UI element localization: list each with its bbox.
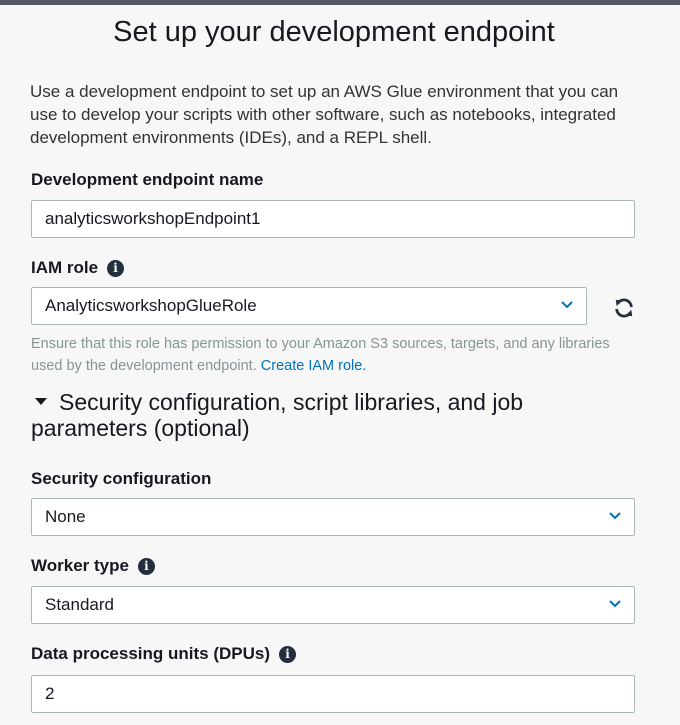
info-icon[interactable]: i: [107, 259, 125, 277]
chevron-down-icon: [561, 301, 573, 309]
chevron-down-icon: [609, 600, 621, 608]
iam-role-label-text: IAM role: [31, 258, 99, 277]
endpoint-name-input[interactable]: analyticsworkshopEndpoint1: [31, 200, 635, 238]
dpu-label-text: Data processing units (DPUs): [31, 644, 270, 663]
worker-type-select[interactable]: Standard: [31, 586, 635, 624]
refresh-icon[interactable]: [613, 297, 635, 319]
page-intro: Use a development endpoint to set up an …: [30, 82, 619, 147]
iam-role-value: AnalyticsworkshopGlueRole: [45, 296, 257, 315]
security-config-label: Security configuration: [31, 469, 211, 489]
worker-type-label-text: Worker type: [31, 556, 129, 575]
iam-role-select[interactable]: AnalyticsworkshopGlueRole: [31, 287, 587, 325]
security-config-label-text: Security configuration: [31, 469, 212, 488]
worker-type-label: Worker type i: [31, 556, 155, 576]
chevron-down-icon: [609, 512, 621, 520]
top-bar: [0, 0, 680, 5]
dpu-input[interactable]: 2: [31, 675, 635, 713]
iam-role-hint: Ensure that this role has permission to …: [31, 333, 636, 377]
iam-role-label: IAM role i: [31, 258, 125, 278]
endpoint-name-label: Development endpoint name: [31, 170, 263, 190]
endpoint-name-label-text: Development endpoint name: [31, 170, 264, 189]
caret-down-icon: [35, 398, 47, 406]
dpu-label: Data processing units (DPUs) i: [31, 644, 296, 664]
endpoint-name-value: analyticsworkshopEndpoint1: [45, 209, 261, 228]
worker-type-value: Standard: [45, 595, 114, 614]
security-config-select[interactable]: None: [31, 498, 635, 536]
info-icon[interactable]: i: [137, 557, 155, 575]
dpu-value: 2: [45, 684, 55, 703]
optional-section-toggle[interactable]: Security configuration, script libraries…: [31, 389, 641, 441]
optional-section-label: Security configuration, script libraries…: [31, 389, 524, 441]
page-title: Set up your development endpoint: [113, 16, 555, 48]
security-config-value: None: [45, 507, 86, 526]
info-icon[interactable]: i: [279, 645, 296, 663]
create-iam-role-link[interactable]: Create IAM role.: [261, 358, 367, 374]
